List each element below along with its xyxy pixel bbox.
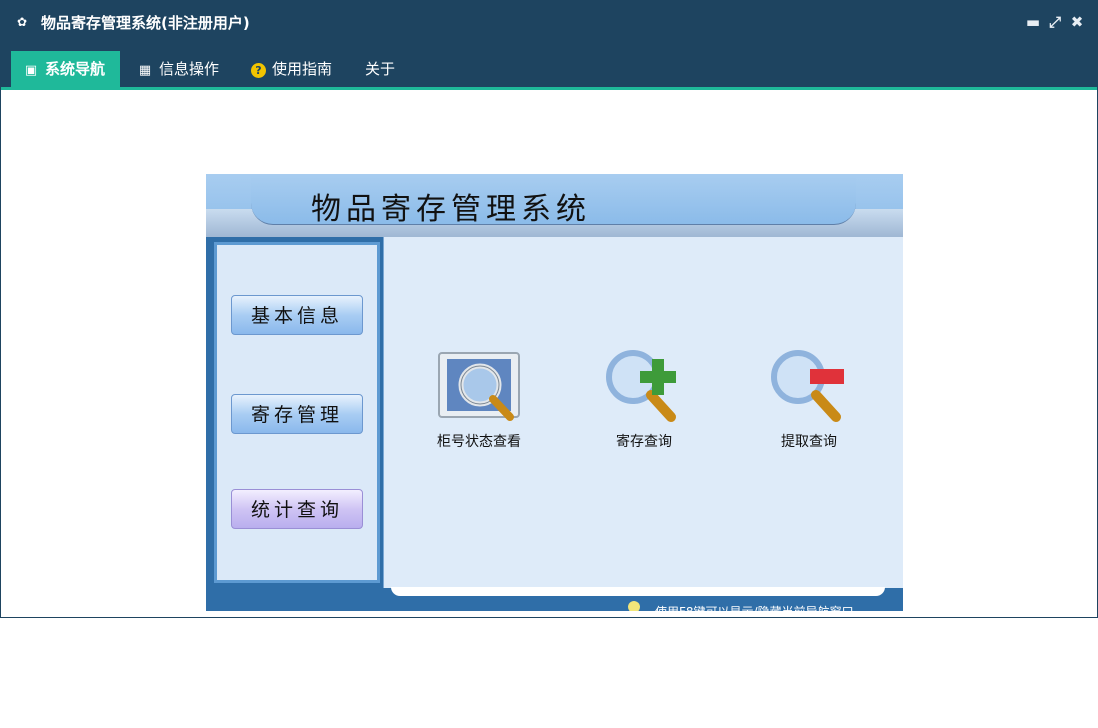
minimize-button[interactable]: ▬	[1025, 13, 1041, 31]
action-locker-status[interactable]: 柜号状态查看	[419, 347, 539, 451]
menu-bar: ▣ 系统导航 ▦ 信息操作 ? 使用指南 关于	[1, 45, 1097, 90]
monitor-magnifier-icon	[438, 352, 520, 421]
lightbulb-icon	[628, 601, 640, 611]
monitor-icon: ▣	[24, 63, 38, 78]
grid-icon: ▦	[138, 63, 152, 78]
action-label: 柜号状态查看	[437, 434, 521, 450]
tab-system-navigation[interactable]: ▣ 系统导航	[11, 51, 120, 87]
help-icon: ?	[251, 63, 266, 78]
action-label: 提取查询	[781, 434, 837, 450]
close-button[interactable]: ✖	[1069, 13, 1085, 31]
footer-bar	[391, 587, 885, 596]
left-nav: 基本信息 寄存管理 统计查询	[214, 242, 380, 583]
banner-tab: 物品寄存管理系统	[251, 174, 856, 227]
tab-info-operations[interactable]: ▦ 信息操作	[137, 51, 219, 87]
tab-label: 系统导航	[45, 60, 106, 78]
tab-label: 信息操作	[159, 60, 220, 78]
app-logo-icon: ✿	[17, 15, 28, 29]
tab-about[interactable]: 关于	[365, 51, 395, 87]
window-title: 物品寄存管理系统(非注册用户)	[41, 14, 250, 32]
tab-label: 使用指南	[272, 60, 333, 78]
nav-statistics-query-button[interactable]: 统计查询	[231, 489, 363, 529]
nav-basic-info-button[interactable]: 基本信息	[231, 295, 363, 335]
magnifier-plus-icon	[606, 350, 676, 422]
nav-storage-management-button[interactable]: 寄存管理	[231, 394, 363, 434]
action-retrieval-query[interactable]: 提取查询	[749, 347, 869, 451]
magnifier-minus-icon	[771, 350, 844, 422]
action-label: 寄存查询	[616, 434, 672, 450]
hint-text: 使用F8键可以显示/隐藏当前导航窗口	[655, 603, 854, 611]
title-bar[interactable]: ✿ 物品寄存管理系统(非注册用户) ▬ ⤢ ✖	[1, 1, 1097, 45]
content-area: 物品寄存管理系统 基本信息 寄存管理 统计查询 柜号状态查看 寄存查询 提取查询	[1, 90, 1097, 617]
app-window: ✿ 物品寄存管理系统(非注册用户) ▬ ⤢ ✖ ▣ 系统导航 ▦ 信息操作 ? 使用指…	[0, 0, 1098, 618]
main-panel: 柜号状态查看 寄存查询 提取查询	[383, 237, 903, 588]
restore-button[interactable]: ⤢	[1047, 13, 1063, 31]
system-title: 物品寄存管理系统	[311, 192, 591, 227]
panel-body: 基本信息 寄存管理 统计查询 柜号状态查看 寄存查询 提取查询	[206, 237, 903, 611]
action-storage-query[interactable]: 寄存查询	[584, 347, 704, 451]
navigation-panel: 物品寄存管理系统 基本信息 寄存管理 统计查询 柜号状态查看 寄存查询 提取查询	[206, 174, 903, 611]
tab-label: 关于	[365, 60, 396, 78]
tab-user-guide[interactable]: ? 使用指南	[251, 51, 332, 87]
